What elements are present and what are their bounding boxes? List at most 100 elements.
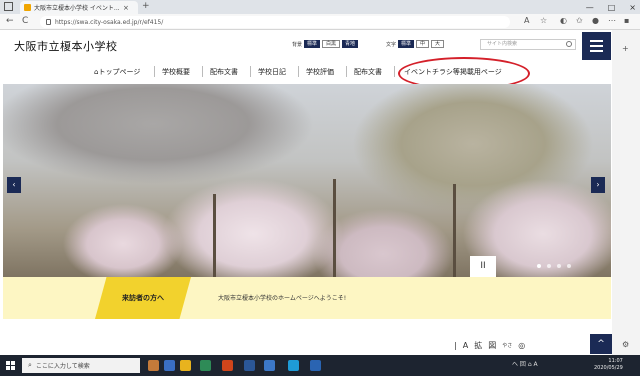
- lock-icon: [46, 19, 51, 25]
- nav-item-documents[interactable]: 配布文書: [210, 67, 238, 77]
- nav-divider: [202, 66, 203, 77]
- hero-dot[interactable]: [537, 264, 541, 268]
- word-icon[interactable]: [244, 360, 255, 371]
- nav-divider: [298, 66, 299, 77]
- taskbar-search-input[interactable]: ⌕ ここに入力して検索: [22, 358, 140, 373]
- windows-taskbar: ⌕ ここに入力して検索 へ 回 ⌂ A 11:07 2020/05/29: [0, 355, 640, 376]
- accessibility-tools: | A 拡 図 やさ ◎: [454, 340, 525, 351]
- address-bar-row: ← C https://swa.city-osaka.ed.jp/r/ef415…: [0, 14, 640, 30]
- zoom-button[interactable]: 拡: [474, 340, 482, 351]
- menu-bar-icon: [590, 40, 603, 42]
- url-text: https://swa.city-osaka.ed.jp/r/ef415/: [55, 18, 164, 26]
- tree-trunk: [453, 184, 456, 277]
- nav-divider: [394, 66, 395, 77]
- font-size-standard[interactable]: 標準: [398, 40, 415, 48]
- taskbar-search-placeholder: ここに入力して検索: [35, 363, 90, 370]
- display-option-bw[interactable]: 白黒: [322, 40, 341, 48]
- edge-sidebar-icon[interactable]: ▪: [624, 16, 629, 25]
- display-option-standard[interactable]: 標準: [304, 40, 321, 48]
- taskbar-clock[interactable]: 11:07 2020/05/29: [594, 358, 623, 372]
- welcome-message: 大阪市立榎本小学校のホームページへようこそ!: [218, 295, 347, 302]
- nav-divider: [250, 66, 251, 77]
- font-size-switcher: 文字 標準 中 大: [386, 40, 445, 48]
- display-color-switcher: 背景 標準 白黒 青地: [292, 40, 359, 48]
- browser-tab[interactable]: 大阪市立榎本小学校 イベント... ×: [20, 1, 138, 14]
- font-size-large[interactable]: 大: [431, 40, 445, 48]
- settings-icon[interactable]: ◎: [518, 341, 525, 350]
- site-search-input[interactable]: サイト内検索: [480, 39, 576, 50]
- nav-divider: [346, 66, 347, 77]
- tree-trunk: [213, 194, 216, 277]
- file-explorer-icon[interactable]: [180, 360, 191, 371]
- nav-item-school-evaluation[interactable]: 学校評価: [306, 67, 334, 77]
- font-size-medium[interactable]: 中: [416, 40, 430, 48]
- back-button[interactable]: ←: [6, 16, 14, 26]
- edge-icon[interactable]: [288, 360, 299, 371]
- search-icon: ⌕: [28, 361, 32, 369]
- minimize-button[interactable]: —: [586, 3, 594, 12]
- nav-item-school-diary[interactable]: 学校日記: [258, 67, 286, 77]
- display-option-blue[interactable]: 青地: [342, 40, 359, 48]
- visitor-tab[interactable]: 来訪者の方へ: [95, 277, 191, 319]
- url-field[interactable]: https://swa.city-osaka.ed.jp/r/ef415/: [40, 16, 510, 28]
- close-window-button[interactable]: ×: [629, 3, 636, 12]
- hero-pagination: [537, 264, 571, 268]
- display-label: 背景: [292, 41, 303, 48]
- reload-button[interactable]: C: [22, 16, 28, 26]
- tab-title: 大阪市立榎本小学校 イベント...: [34, 5, 120, 12]
- more-menu-icon[interactable]: ⋯: [608, 16, 616, 25]
- hero-slideshow: ‹ › II: [3, 84, 611, 277]
- excel-icon[interactable]: [200, 360, 211, 371]
- hero-pause-button[interactable]: II: [470, 256, 496, 277]
- search-icon[interactable]: [566, 41, 572, 47]
- app-icon[interactable]: [148, 360, 159, 371]
- nav-item-documents-2[interactable]: 配布文書: [354, 67, 382, 77]
- visitor-tab-label: 来訪者の方へ: [122, 294, 164, 302]
- nav-item-home[interactable]: ⌂トップページ: [94, 67, 140, 77]
- sidebar-settings-icon[interactable]: ⚙: [622, 340, 629, 349]
- map-button[interactable]: 図: [488, 340, 496, 351]
- outlook-icon[interactable]: [264, 360, 275, 371]
- favicon-icon: [24, 4, 31, 11]
- tools-separator: |: [454, 341, 457, 350]
- system-tray[interactable]: へ 回 ⌂ A: [512, 359, 538, 368]
- hero-prev-button[interactable]: ‹: [7, 177, 21, 193]
- menu-bar-icon: [590, 50, 603, 52]
- app-icon[interactable]: [164, 360, 175, 371]
- text-size-button[interactable]: A: [463, 341, 468, 350]
- read-aloud-icon[interactable]: A: [524, 16, 529, 25]
- powerpoint-icon[interactable]: [222, 360, 233, 371]
- clock-time: 11:07: [608, 358, 623, 364]
- maximize-button[interactable]: □: [608, 3, 616, 12]
- font-size-label: 文字: [386, 41, 397, 48]
- favorite-star-icon[interactable]: ☆: [540, 16, 547, 25]
- menu-bar-icon: [590, 45, 603, 47]
- site-header: 大阪市立榎本小学校 背景 標準 白黒 青地 文字 標準 中 大 サイト内検索: [0, 30, 612, 62]
- hero-dot[interactable]: [557, 264, 561, 268]
- search-placeholder: サイト内検索: [487, 41, 518, 47]
- page-top-button[interactable]: ^: [590, 334, 612, 354]
- browser-tab-bar: 大阪市立榎本小学校 イベント... × + — □ ×: [0, 0, 640, 14]
- site-title[interactable]: 大阪市立榎本小学校: [14, 38, 118, 54]
- easy-japanese-button[interactable]: やさ: [502, 342, 512, 349]
- clock-date: 2020/05/29: [594, 365, 623, 371]
- hero-next-button[interactable]: ›: [591, 177, 605, 193]
- hero-dot[interactable]: [567, 264, 571, 268]
- collections-icon[interactable]: ✩: [576, 16, 583, 25]
- windows-start-icon[interactable]: [6, 361, 15, 370]
- nav-item-school-overview[interactable]: 学校概要: [162, 67, 190, 77]
- extensions-icon[interactable]: ◐: [560, 16, 567, 25]
- hero-dot[interactable]: [547, 264, 551, 268]
- tab-close-button[interactable]: ×: [123, 4, 129, 12]
- browser-sidebar: [612, 30, 640, 355]
- hamburger-menu-button[interactable]: [582, 32, 611, 60]
- tree-trunk: [333, 179, 336, 277]
- add-sidebar-icon[interactable]: +: [622, 44, 629, 53]
- new-tab-button[interactable]: +: [142, 1, 150, 11]
- window-controls: — □ ×: [586, 0, 636, 14]
- app-icon[interactable]: [310, 360, 321, 371]
- tab-actions-icon[interactable]: [4, 2, 13, 11]
- visitor-banner: 来訪者の方へ 大阪市立榎本小学校のホームページへようこそ!: [3, 277, 611, 319]
- nav-divider: [154, 66, 155, 77]
- profile-icon[interactable]: ●: [592, 16, 599, 25]
